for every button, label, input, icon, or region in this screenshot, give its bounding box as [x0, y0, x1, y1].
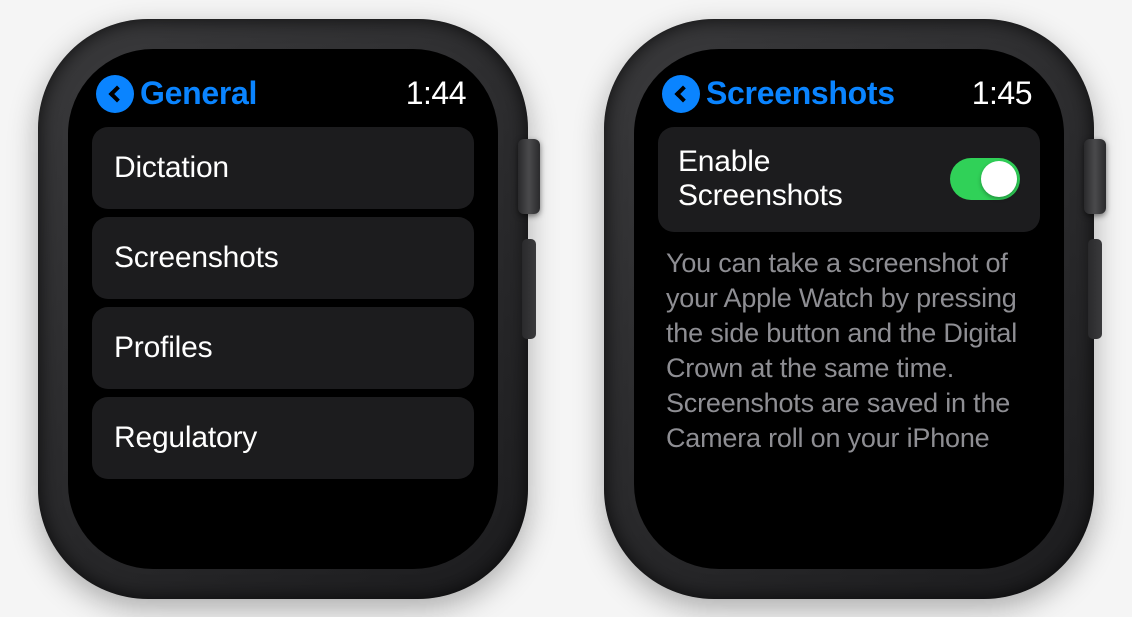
- menu-list: Dictation Screenshots Profiles Regulator…: [92, 127, 474, 547]
- page-title: General: [140, 75, 257, 112]
- status-bar: Screenshots 1:45: [658, 71, 1040, 127]
- side-button[interactable]: [1088, 239, 1102, 339]
- chevron-left-icon: [109, 85, 126, 102]
- description-text: You can take a screenshot of your Apple …: [658, 232, 1040, 457]
- clock-time: 1:44: [406, 75, 466, 112]
- back-icon: [96, 75, 134, 113]
- back-button[interactable]: General: [96, 75, 257, 113]
- clock-time: 1:45: [972, 75, 1032, 112]
- back-button[interactable]: Screenshots: [662, 75, 895, 113]
- screen-general: General 1:44 Dictation Screenshots Profi…: [68, 49, 498, 569]
- watch-left: General 1:44 Dictation Screenshots Profi…: [38, 19, 528, 599]
- back-icon: [662, 75, 700, 113]
- chevron-left-icon: [675, 85, 692, 102]
- page-title: Screenshots: [706, 75, 895, 112]
- watch-right: Screenshots 1:45 Enable Screenshots You …: [604, 19, 1094, 599]
- digital-crown[interactable]: [1084, 139, 1106, 214]
- enable-screenshots-toggle[interactable]: [950, 158, 1020, 200]
- menu-item-profiles[interactable]: Profiles: [92, 307, 474, 389]
- watch-case: Screenshots 1:45 Enable Screenshots You …: [604, 19, 1094, 599]
- menu-item-regulatory[interactable]: Regulatory: [92, 397, 474, 479]
- screen-screenshots: Screenshots 1:45 Enable Screenshots You …: [634, 49, 1064, 569]
- side-button[interactable]: [522, 239, 536, 339]
- toggle-label: Enable Screenshots: [678, 145, 936, 214]
- watch-case: General 1:44 Dictation Screenshots Profi…: [38, 19, 528, 599]
- menu-item-screenshots[interactable]: Screenshots: [92, 217, 474, 299]
- toggle-knob: [981, 161, 1017, 197]
- digital-crown[interactable]: [518, 139, 540, 214]
- menu-item-dictation[interactable]: Dictation: [92, 127, 474, 209]
- enable-screenshots-row[interactable]: Enable Screenshots: [658, 127, 1040, 232]
- status-bar: General 1:44: [92, 71, 474, 127]
